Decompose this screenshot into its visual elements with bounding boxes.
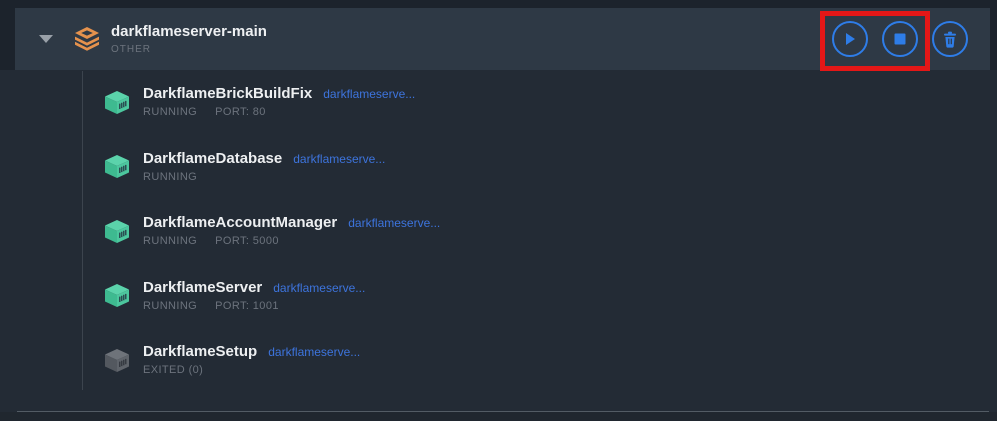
- container-name: DarkflameServer: [143, 280, 262, 296]
- container-row-text: DarkflameAccountManager darkflameserve..…: [143, 215, 440, 247]
- container-name: DarkflameDatabase: [143, 151, 282, 167]
- chevron-down-icon[interactable]: [39, 35, 53, 43]
- container-image-link[interactable]: darkflameserve...: [293, 152, 385, 166]
- start-stack-button[interactable]: [832, 21, 868, 57]
- container-icon: [104, 284, 130, 307]
- container-row-text: DarkflameDatabase darkflameserve... RUNN…: [143, 151, 385, 183]
- container-icon: [104, 91, 130, 114]
- container-port: PORT: 1001: [215, 300, 279, 312]
- container-name: DarkflameSetup: [143, 344, 257, 360]
- container-row[interactable]: DarkflameAccountManager darkflameserve..…: [0, 214, 997, 248]
- container-row[interactable]: DarkflameBrickBuildFix darkflameserve...…: [0, 85, 997, 119]
- stack-header[interactable]: darkflameserver-main OTHER: [15, 8, 990, 70]
- stop-stack-button[interactable]: [882, 21, 918, 57]
- container-image-link[interactable]: darkflameserve...: [273, 281, 365, 295]
- container-port: PORT: 80: [215, 106, 266, 118]
- footer-band: [0, 412, 997, 421]
- container-status: RUNNING: [143, 171, 197, 183]
- stack-titles: darkflameserver-main OTHER: [111, 23, 267, 55]
- stack-title: darkflameserver-main: [111, 23, 267, 41]
- container-row-text: DarkflameBrickBuildFix darkflameserve...…: [143, 86, 415, 118]
- container-row-text: DarkflameSetup darkflameserve... EXITED …: [143, 344, 360, 376]
- stop-icon: [894, 33, 906, 45]
- container-port: PORT: 5000: [215, 235, 279, 247]
- trash-icon: [942, 31, 958, 48]
- container-row[interactable]: DarkflameDatabase darkflameserve... RUNN…: [0, 150, 997, 184]
- container-status: EXITED (0): [143, 364, 203, 376]
- delete-stack-button[interactable]: [932, 21, 968, 57]
- container-status: RUNNING: [143, 106, 197, 118]
- container-list: DarkflameBrickBuildFix darkflameserve...…: [0, 85, 997, 408]
- container-image-link[interactable]: darkflameserve...: [323, 87, 415, 101]
- container-icon: [104, 349, 130, 372]
- stack-layers-icon: [74, 26, 100, 53]
- container-image-link[interactable]: darkflameserve...: [348, 216, 440, 230]
- play-icon: [844, 32, 856, 46]
- container-icon: [104, 220, 130, 243]
- header-band: darkflameserver-main OTHER: [0, 0, 997, 70]
- container-status: RUNNING: [143, 235, 197, 247]
- container-icon: [104, 155, 130, 178]
- stack-actions: [832, 21, 968, 57]
- container-row[interactable]: DarkflameServer darkflameserve... RUNNIN…: [0, 279, 997, 313]
- container-status: RUNNING: [143, 300, 197, 312]
- stack-type-label: OTHER: [111, 44, 267, 55]
- container-row[interactable]: DarkflameSetup darkflameserve... EXITED …: [0, 343, 997, 377]
- container-image-link[interactable]: darkflameserve...: [268, 345, 360, 359]
- container-name: DarkflameAccountManager: [143, 215, 337, 231]
- container-name: DarkflameBrickBuildFix: [143, 86, 312, 102]
- container-row-text: DarkflameServer darkflameserve... RUNNIN…: [143, 280, 365, 312]
